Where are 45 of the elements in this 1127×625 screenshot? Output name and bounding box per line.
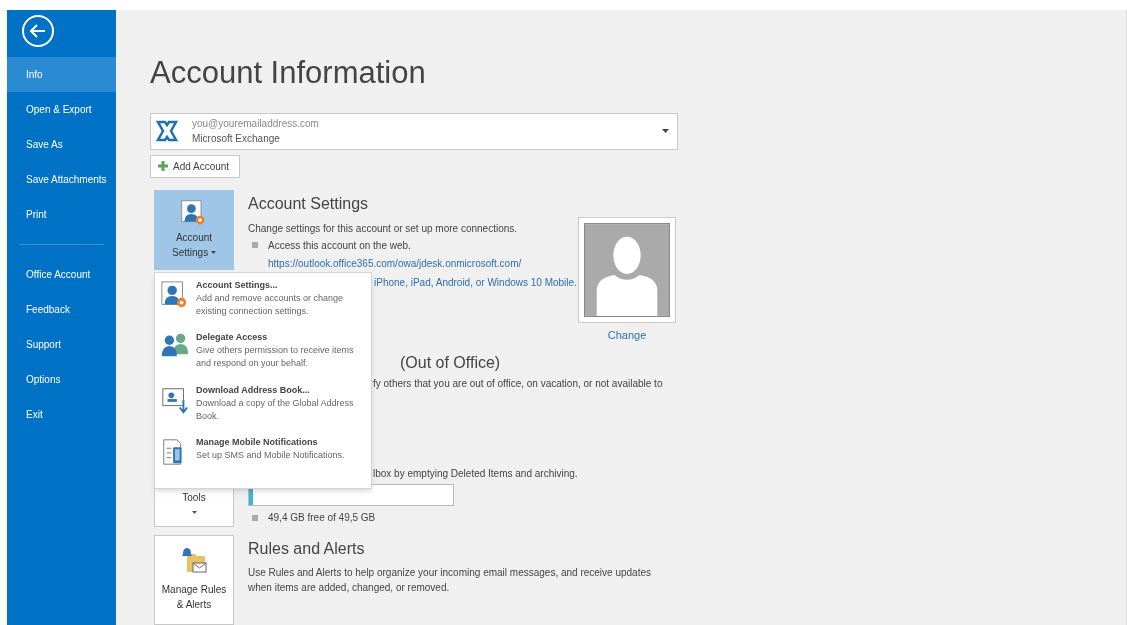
menu-item[interactable]: Manage Mobile Notifications Set up SMS and Mobile Notifications. xyxy=(155,435,371,488)
back-arrow-icon xyxy=(30,24,46,38)
mailbox-usage-text: 49,4 GB free of 49,5 GB xyxy=(268,511,376,526)
sidebar-item[interactable]: Options xyxy=(7,362,116,397)
section-heading: (Out of Office) xyxy=(400,353,501,374)
account-dropdown[interactable]: you@youremailaddress.com Microsoft Exchange xyxy=(150,113,678,150)
plus-icon xyxy=(158,161,168,172)
bullet-icon xyxy=(252,514,258,521)
section-description: Use Rules and Alerts to help organize your incoming email messages, and receive updates when items are added, changed, or removed. xyxy=(248,566,652,595)
sidebar-item[interactable]: Open & Export xyxy=(7,92,116,127)
section-heading: Rules and Alerts xyxy=(248,539,365,559)
sidebar-item[interactable]: Feedback xyxy=(7,292,116,327)
mobile-link[interactable]: iPhone, iPad, Android, or Windows 10 Mobile. xyxy=(374,273,578,291)
sidebar-item[interactable]: Exit xyxy=(7,397,116,432)
sidebar-item[interactable]: Save As xyxy=(7,127,116,162)
sidebar-item[interactable]: Support xyxy=(7,327,116,362)
sidebar-item[interactable]: Info xyxy=(7,57,116,92)
back-button[interactable] xyxy=(22,15,54,47)
exchange-logo-icon xyxy=(155,119,179,144)
section-description: fy others that you are out of office, on vacation, or not available to xyxy=(373,377,663,392)
page-title: Account Information xyxy=(150,54,426,92)
caret-icon xyxy=(191,511,197,515)
section-description: lbox by emptying Deleted Items and archiving. xyxy=(373,467,578,482)
change-photo-link[interactable]: Change xyxy=(607,326,647,344)
account-type: Microsoft Exchange xyxy=(192,132,280,147)
menu-item[interactable]: Delegate Access Give others permission to receive items and respond on your behalf. xyxy=(155,331,371,384)
web-access-link[interactable]: https://outlook.office365.com/owa/jdesk.onmicrosoft.com/ xyxy=(268,254,578,272)
menu-item[interactable]: Account Settings... Add and remove accounts or change existing connection settings. xyxy=(155,279,371,332)
sidebar-item[interactable]: Save Attachments xyxy=(7,162,116,197)
add-account-button[interactable]: Add Account xyxy=(150,154,240,178)
menu-item[interactable]: Download Address Book... Download a copy of the Global Address Book. xyxy=(155,383,371,436)
section-heading: Account Settings xyxy=(248,193,370,214)
section-description: Change settings for this account or set up more connections. xyxy=(248,221,519,236)
account-email: you@youremailaddress.com xyxy=(192,117,319,132)
caret-icon xyxy=(210,251,216,255)
manage-rules-tile[interactable]: Manage Rules & Alerts xyxy=(154,535,234,625)
people-icon xyxy=(160,331,190,358)
sidebar-item[interactable]: Print xyxy=(7,197,116,232)
avatar-silhouette-icon xyxy=(584,222,670,317)
account-settings-tile[interactable]: Account Settings xyxy=(154,189,234,270)
sidebar-item[interactable]: Office Account xyxy=(7,257,116,292)
dropdown-caret-icon xyxy=(662,129,669,134)
bullet-icon xyxy=(252,242,258,249)
folder-bell-icon xyxy=(179,546,209,576)
bullet-text: Access this account on the web. xyxy=(268,238,411,253)
